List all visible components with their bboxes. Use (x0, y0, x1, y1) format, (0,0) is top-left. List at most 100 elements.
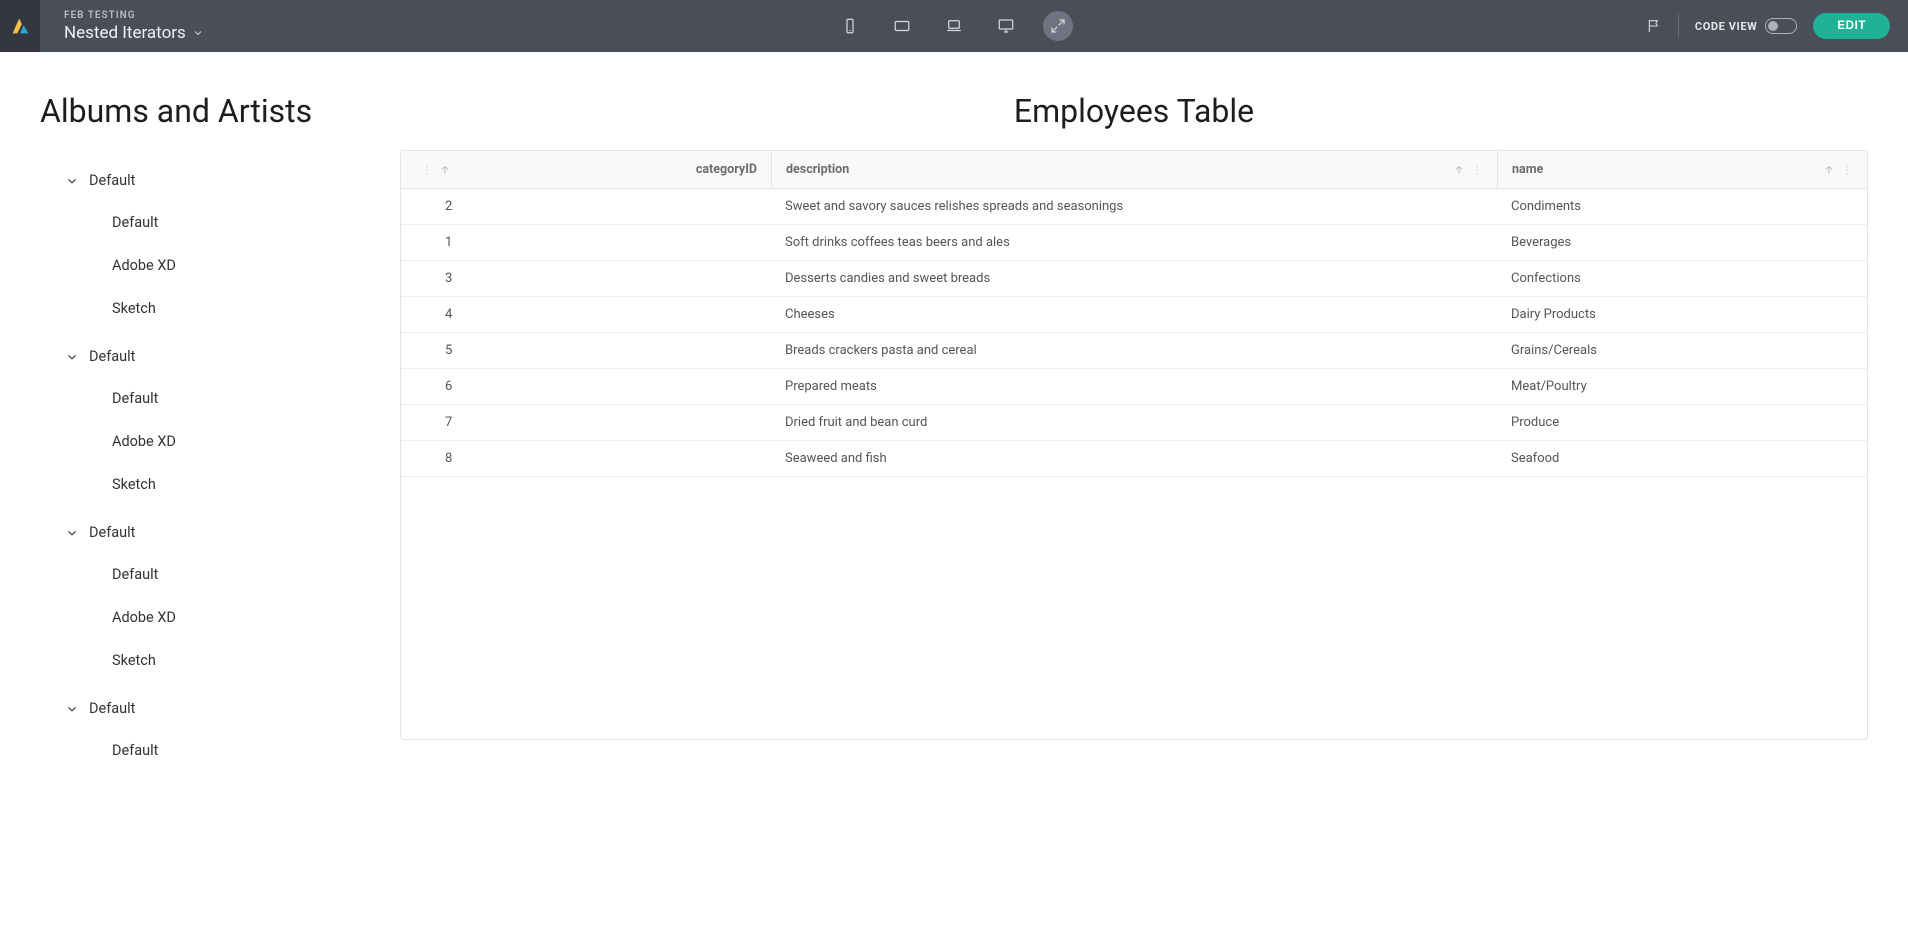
cell-name: Produce (1497, 405, 1867, 440)
tree-parent[interactable]: Default (40, 512, 370, 553)
table-row[interactable]: 8Seaweed and fishSeafood (401, 441, 1867, 477)
right-pane: Employees Table categoryID description n… (390, 52, 1908, 940)
arrow-up-icon[interactable] (1453, 164, 1465, 176)
tablet-landscape-icon (893, 17, 911, 35)
code-view-label: CODE VIEW (1695, 20, 1757, 33)
tree-parent-label: Default (89, 700, 135, 717)
logo-icon (9, 15, 31, 37)
cell-description: Cheeses (771, 297, 1497, 332)
tree-child[interactable]: Adobe XD (40, 420, 370, 463)
title-area: FEB TESTING Nested Iterators (40, 4, 204, 49)
kebab-icon[interactable] (421, 164, 433, 176)
cell-categoryid: 1 (401, 225, 771, 260)
tree-child[interactable]: Default (40, 553, 370, 596)
page-title: Nested Iterators (64, 23, 186, 43)
tree-parent-label: Default (89, 524, 135, 541)
phone-icon (841, 17, 859, 35)
tree-child[interactable]: Default (40, 201, 370, 244)
table-row[interactable]: 6Prepared meatsMeat/Poultry (401, 369, 1867, 405)
cell-categoryid: 3 (401, 261, 771, 296)
separator (1678, 14, 1679, 38)
tree-child[interactable]: Sketch (40, 287, 370, 330)
column-header-categoryid[interactable]: categoryID (401, 151, 771, 188)
tree-child[interactable]: Adobe XD (40, 596, 370, 639)
cell-name: Dairy Products (1497, 297, 1867, 332)
cell-categoryid: 8 (401, 441, 771, 476)
table-body: 2Sweet and savory sauces relishes spread… (401, 189, 1867, 477)
table-card: categoryID description name 2Sweet and s… (400, 150, 1868, 740)
expand-icon (1049, 17, 1067, 35)
main-canvas: Albums and Artists DefaultDefaultAdobe X… (0, 52, 1908, 940)
table-row[interactable]: 7Dried fruit and bean curdProduce (401, 405, 1867, 441)
tree-child[interactable]: Default (40, 729, 370, 772)
chevron-down-icon (65, 350, 79, 364)
tree-parent[interactable]: Default (40, 336, 370, 377)
device-tablet-landscape-button[interactable] (887, 11, 917, 41)
chevron-down-icon (65, 174, 79, 188)
cell-categoryid: 7 (401, 405, 771, 440)
arrow-up-icon[interactable] (439, 164, 451, 176)
tree-parent[interactable]: Default (40, 160, 370, 201)
tree-child[interactable]: Default (40, 377, 370, 420)
table-row[interactable]: 4CheesesDairy Products (401, 297, 1867, 333)
column-header-description[interactable]: description (771, 151, 1497, 188)
table-row[interactable]: 5Breads crackers pasta and cerealGrains/… (401, 333, 1867, 369)
right-heading: Employees Table (400, 92, 1868, 130)
cell-description: Prepared meats (771, 369, 1497, 404)
cell-categoryid: 4 (401, 297, 771, 332)
arrow-up-icon[interactable] (1823, 164, 1835, 176)
left-pane: Albums and Artists DefaultDefaultAdobe X… (0, 52, 390, 940)
cell-name: Condiments (1497, 189, 1867, 224)
cell-description: Soft drinks coffees teas beers and ales (771, 225, 1497, 260)
device-phone-button[interactable] (835, 11, 865, 41)
cell-name: Beverages (1497, 225, 1867, 260)
code-view-toggle[interactable]: CODE VIEW (1695, 18, 1797, 34)
tree-child[interactable]: Adobe XD (40, 244, 370, 287)
device-laptop-button[interactable] (939, 11, 969, 41)
cell-name: Grains/Cereals (1497, 333, 1867, 368)
laptop-icon (945, 17, 963, 35)
cell-categoryid: 5 (401, 333, 771, 368)
table-row[interactable]: 2Sweet and savory sauces relishes spread… (401, 189, 1867, 225)
cell-description: Desserts candies and sweet breads (771, 261, 1497, 296)
cell-categoryid: 6 (401, 369, 771, 404)
column-label-name: name (1512, 162, 1817, 177)
flag-button[interactable] (1646, 18, 1662, 34)
edit-button[interactable]: EDIT (1813, 13, 1890, 39)
device-desktop-button[interactable] (991, 11, 1021, 41)
desktop-icon (997, 17, 1015, 35)
tree-parent[interactable]: Default (40, 688, 370, 729)
cell-categoryid: 2 (401, 189, 771, 224)
logo[interactable] (0, 0, 40, 52)
cell-name: Seafood (1497, 441, 1867, 476)
flag-icon (1646, 18, 1662, 34)
device-fullscreen-button[interactable] (1043, 11, 1073, 41)
device-switcher (835, 11, 1073, 41)
tree-parent-label: Default (89, 172, 135, 189)
tree-parent-label: Default (89, 348, 135, 365)
tree-child[interactable]: Sketch (40, 463, 370, 506)
chevron-down-icon (65, 702, 79, 716)
table-row[interactable]: 1Soft drinks coffees teas beers and ales… (401, 225, 1867, 261)
cell-name: Confections (1497, 261, 1867, 296)
page-title-dropdown[interactable]: Nested Iterators (64, 23, 204, 43)
kebab-icon[interactable] (1841, 164, 1853, 176)
chevron-down-icon (192, 27, 204, 39)
cell-name: Meat/Poultry (1497, 369, 1867, 404)
toggle-switch-icon (1765, 18, 1797, 34)
kebab-icon[interactable] (1471, 164, 1483, 176)
topbar: FEB TESTING Nested Iterators CODE VIEW (0, 0, 1908, 52)
table-header: categoryID description name (401, 151, 1867, 189)
chevron-down-icon (65, 526, 79, 540)
tree-child[interactable]: Sketch (40, 639, 370, 682)
table-row[interactable]: 3Desserts candies and sweet breadsConfec… (401, 261, 1867, 297)
column-label-description: description (786, 162, 1447, 177)
topbar-right: CODE VIEW EDIT (1646, 13, 1908, 39)
column-label-categoryid: categoryID (451, 162, 757, 177)
left-heading: Albums and Artists (40, 92, 370, 130)
cell-description: Breads crackers pasta and cereal (771, 333, 1497, 368)
cell-description: Dried fruit and bean curd (771, 405, 1497, 440)
column-header-name[interactable]: name (1497, 151, 1867, 188)
cell-description: Seaweed and fish (771, 441, 1497, 476)
workspace-label: FEB TESTING (64, 10, 204, 21)
